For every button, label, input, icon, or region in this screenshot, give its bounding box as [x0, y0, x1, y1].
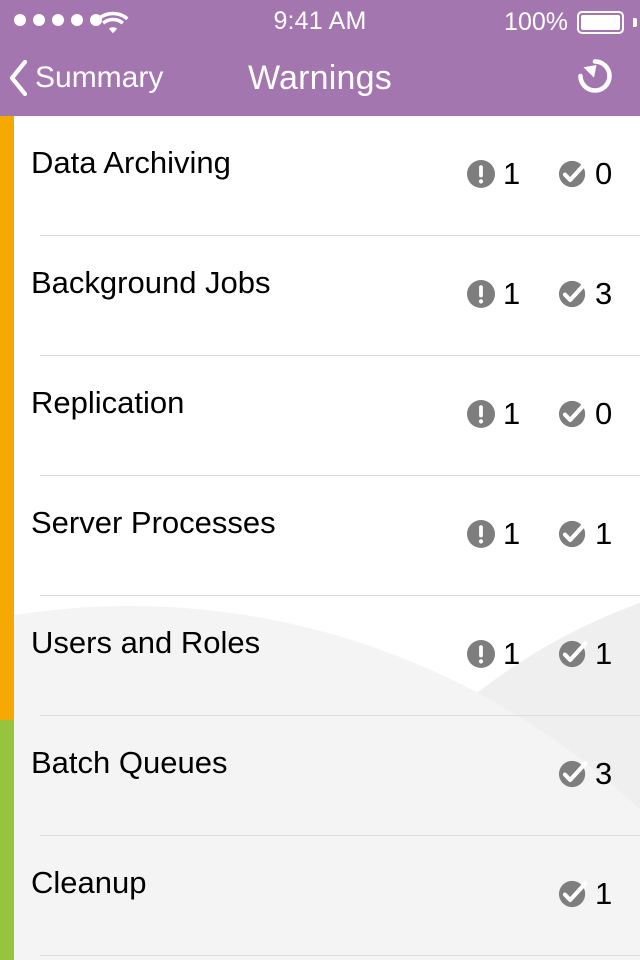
page-title: Warnings [248, 58, 392, 97]
list-item[interactable]: Replication 1 0 [0, 356, 640, 476]
list-item-label: Cleanup [31, 865, 147, 900]
list-item[interactable]: Batch Queues 3 [0, 716, 640, 836]
check-circle-icon [558, 399, 588, 429]
battery-icon [577, 11, 624, 34]
list-item-label: Data Archiving [31, 145, 231, 180]
ok-count-group: 3 [558, 276, 612, 312]
check-circle-icon [558, 639, 588, 669]
navigation-bar: Summary Warnings [0, 40, 640, 116]
ok-count-value: 1 [595, 636, 613, 671]
list-item-label: Batch Queues [31, 745, 228, 780]
check-circle-icon [558, 159, 588, 189]
warning-count-value: 1 [503, 156, 521, 191]
exclamation-circle-icon [466, 279, 496, 309]
list-item-label: Server Processes [31, 505, 276, 540]
mobile-screen: 9:41 AM 100% Summary Warnings Data Archi… [0, 0, 640, 960]
list-item-label: Background Jobs [31, 265, 271, 300]
warning-count-group: 1 [466, 156, 520, 192]
warning-count-group: 1 [466, 516, 520, 552]
ok-count-value: 3 [595, 276, 613, 311]
ok-count-value: 1 [595, 516, 613, 551]
list-item[interactable]: Server Processes 1 1 [0, 476, 640, 596]
refresh-button[interactable] [558, 40, 632, 116]
ok-count-group: 3 [558, 756, 612, 792]
battery-indicator: 100% [504, 8, 637, 37]
check-circle-icon [558, 879, 588, 909]
warning-count-value: 1 [503, 276, 521, 311]
battery-fill [581, 15, 620, 30]
ok-count-value: 0 [595, 156, 613, 191]
list-item[interactable]: Background Jobs 1 3 [0, 236, 640, 356]
warnings-list: Data Archiving 1 0 Background Jobs 1 3 Replica… [0, 116, 640, 956]
exclamation-circle-icon [466, 639, 496, 669]
ok-count-value: 0 [595, 396, 613, 431]
ok-count-group: 0 [558, 156, 612, 192]
exclamation-circle-icon [466, 519, 496, 549]
check-circle-icon [558, 279, 588, 309]
warning-count-group: 1 [466, 276, 520, 312]
warnings-list-container[interactable]: Data Archiving 1 0 Background Jobs 1 3 Replica… [0, 116, 640, 960]
warning-count-value: 1 [503, 396, 521, 431]
list-item[interactable]: Users and Roles 1 1 [0, 596, 640, 716]
warning-count-value: 1 [503, 636, 521, 671]
check-circle-icon [558, 759, 588, 789]
ok-count-group: 1 [558, 516, 612, 552]
ok-count-group: 0 [558, 396, 612, 432]
exclamation-circle-icon [466, 399, 496, 429]
list-item[interactable]: Cleanup 1 [0, 836, 640, 956]
exclamation-circle-icon [466, 159, 496, 189]
list-divider [40, 955, 640, 956]
ok-count-value: 3 [595, 756, 613, 791]
warning-count-group: 1 [466, 396, 520, 432]
check-circle-icon [558, 519, 588, 549]
ok-count-value: 1 [595, 876, 613, 911]
battery-terminal-nub [633, 18, 637, 27]
list-item-label: Replication [31, 385, 185, 420]
refresh-counterclockwise-icon [573, 54, 617, 103]
list-item-label: Users and Roles [31, 625, 261, 660]
ok-count-group: 1 [558, 636, 612, 672]
status-bar: 9:41 AM 100% [0, 0, 640, 40]
ok-count-group: 1 [558, 876, 612, 912]
warning-count-value: 1 [503, 516, 521, 551]
warning-count-group: 1 [466, 636, 520, 672]
list-item[interactable]: Data Archiving 1 0 [0, 116, 640, 236]
battery-percent-label: 100% [504, 8, 568, 36]
